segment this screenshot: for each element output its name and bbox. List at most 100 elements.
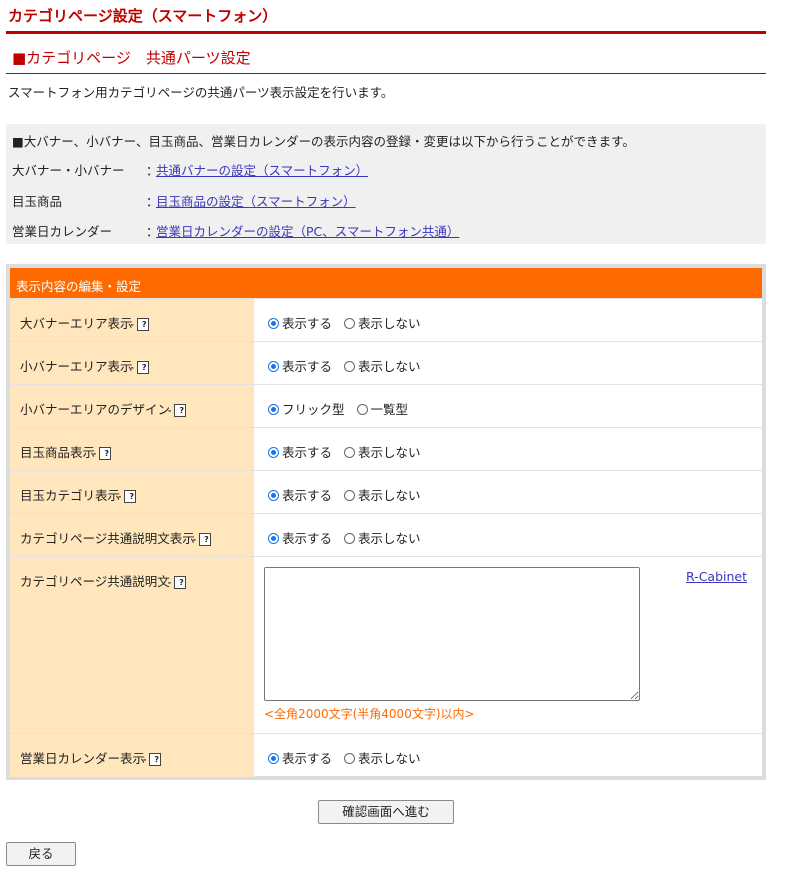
help-icon[interactable]: ? [174, 404, 187, 417]
radio-label: 表示しない [358, 445, 421, 460]
row-label: 営業日カレンダー表示? [10, 734, 254, 777]
radio-selected-icon[interactable] [268, 753, 279, 764]
row-value: 表示する 表示しない [254, 514, 762, 557]
radio-icon[interactable] [344, 533, 355, 544]
row-label-text: 大バナーエリア表示 [20, 316, 133, 331]
page-title-bar: カテゴリページ設定（スマートフォン） [6, 0, 766, 34]
row-common-description-display: カテゴリページ共通説明文表示? 表示する 表示しない [10, 513, 762, 557]
row-value: 表示する 表示しない [254, 299, 762, 342]
radio-label: 表示しない [358, 488, 421, 503]
radio-icon[interactable] [344, 318, 355, 329]
radio-icon[interactable] [344, 490, 355, 501]
row-label-text: 目玉商品表示 [20, 445, 96, 460]
radio-label: 表示しない [358, 316, 421, 331]
row-value: R-Cabinet <全角2000文字(半角4000文字)以内> [254, 557, 762, 734]
radio-show[interactable]: 表示する [268, 359, 332, 374]
row-label: 目玉商品表示? [10, 428, 254, 471]
row-label-text: 目玉カテゴリ表示 [20, 488, 121, 503]
r-cabinet-link[interactable]: R-Cabinet [686, 569, 747, 584]
row-value: 表示する 表示しない [254, 428, 762, 471]
radio-hide[interactable]: 表示しない [344, 445, 421, 460]
radio-icon[interactable] [344, 447, 355, 458]
radio-label: 表示する [282, 316, 333, 331]
page-description: スマートフォン用カテゴリページの共通パーツ表示設定を行います。 [8, 85, 394, 100]
radio-hide[interactable]: 表示しない [344, 751, 421, 766]
row-label: カテゴリページ共通説明文表示? [10, 514, 254, 557]
radio-selected-icon[interactable] [268, 447, 279, 458]
radio-icon[interactable] [356, 404, 368, 415]
info-row-featured: 目玉商品 ：目玉商品の設定（スマートフォン） [12, 191, 356, 210]
radio-selected-icon[interactable] [268, 490, 279, 501]
radio-flick[interactable]: フリック型 [268, 402, 345, 417]
help-icon[interactable]: ? [99, 447, 112, 460]
info-row-banner: 大バナー・小バナー ：共通バナーの設定（スマートフォン） [12, 160, 368, 179]
form-header-label: 表示内容の編集・設定 [16, 279, 142, 294]
row-business-calendar: 営業日カレンダー表示? 表示する 表示しない [10, 733, 762, 777]
info-label: 大バナー・小バナー [12, 163, 125, 178]
row-label: カテゴリページ共通説明文? [10, 557, 254, 734]
row-small-banner-design: 小バナーエリアのデザイン? フリック型 一覧型 [10, 384, 762, 428]
radio-label: 表示する [282, 445, 333, 460]
row-label: 小バナーエリアのデザイン? [10, 385, 254, 428]
radio-hide[interactable]: 表示しない [344, 359, 421, 374]
radio-selected-icon[interactable] [268, 404, 279, 415]
radio-show[interactable]: 表示する [268, 316, 332, 331]
row-featured-product: 目玉商品表示? 表示する 表示しない [10, 427, 762, 471]
radio-hide[interactable]: 表示しない [344, 316, 421, 331]
help-icon[interactable]: ? [124, 490, 137, 503]
help-icon[interactable]: ? [198, 533, 211, 546]
section-title: ■カテゴリページ 共通パーツ設定 [12, 49, 251, 67]
row-label-text: 営業日カレンダー表示 [20, 751, 146, 766]
radio-show[interactable]: 表示する [268, 488, 332, 503]
radio-label: 表示しない [358, 751, 421, 766]
confirm-button[interactable]: 確認画面へ進む [318, 800, 454, 824]
help-icon[interactable]: ? [173, 576, 186, 589]
radio-label: フリック型 [282, 402, 345, 417]
radio-show[interactable]: 表示する [268, 531, 332, 546]
radio-label: 一覧型 [370, 402, 409, 417]
row-label: 大バナーエリア表示? [10, 299, 254, 342]
back-button[interactable]: 戻る [6, 842, 76, 866]
row-value: 表示する 表示しない [254, 342, 762, 385]
help-icon[interactable]: ? [136, 361, 149, 374]
row-featured-category: 目玉カテゴリ表示? 表示する 表示しない [10, 470, 762, 514]
info-box: ■大バナー、小バナー、目玉商品、営業日カレンダーの表示内容の登録・変更は以下から… [6, 124, 766, 244]
row-label: 小バナーエリア表示? [10, 342, 254, 385]
radio-show[interactable]: 表示する [268, 445, 332, 460]
featured-settings-link[interactable]: 目玉商品の設定（スマートフォン） [156, 194, 356, 209]
row-small-banner: 小バナーエリア表示? 表示する 表示しない [10, 341, 762, 385]
radio-label: 表示する [282, 531, 333, 546]
row-common-description: カテゴリページ共通説明文? R-Cabinet <全角2000文字(半角4000… [10, 556, 762, 734]
radio-icon[interactable] [344, 753, 355, 764]
row-label-text: カテゴリページ共通説明文表示 [20, 531, 195, 546]
row-value: フリック型 一覧型 [254, 385, 762, 428]
info-separator: ： [146, 163, 159, 178]
info-label: 目玉商品 [12, 194, 63, 209]
row-large-banner: 大バナーエリア表示? 表示する 表示しない [10, 298, 762, 342]
calendar-settings-link[interactable]: 営業日カレンダーの設定（PC、スマートフォン共通） [156, 224, 459, 239]
banner-settings-link[interactable]: 共通バナーの設定（スマートフォン） [156, 163, 368, 178]
help-icon[interactable]: ? [149, 753, 162, 766]
radio-show[interactable]: 表示する [268, 751, 332, 766]
info-row-calendar: 営業日カレンダー ：営業日カレンダーの設定（PC、スマートフォン共通） [12, 221, 459, 240]
form-header: 表示内容の編集・設定 [10, 268, 762, 298]
info-label: 営業日カレンダー [12, 224, 113, 239]
radio-label: 表示しない [358, 531, 421, 546]
row-value: 表示する 表示しない [254, 471, 762, 514]
radio-selected-icon[interactable] [268, 318, 279, 329]
row-label-text: 小バナーエリア表示 [20, 359, 133, 374]
settings-form-inner: 表示内容の編集・設定 大バナーエリア表示? 表示する 表示しない 小バナーエリア… [10, 268, 762, 777]
radio-list[interactable]: 一覧型 [356, 402, 409, 417]
info-separator: ： [146, 224, 159, 239]
radio-label: 表示する [282, 751, 333, 766]
radio-hide[interactable]: 表示しない [344, 531, 421, 546]
help-icon[interactable]: ? [136, 318, 149, 331]
common-description-textarea[interactable] [264, 567, 640, 701]
info-separator: ： [146, 194, 159, 209]
radio-icon[interactable] [344, 361, 355, 372]
radio-selected-icon[interactable] [268, 361, 279, 372]
radio-hide[interactable]: 表示しない [344, 488, 421, 503]
row-label: 目玉カテゴリ表示? [10, 471, 254, 514]
radio-selected-icon[interactable] [268, 533, 279, 544]
character-limit-note: <全角2000文字(半角4000文字)以内> [264, 707, 475, 721]
